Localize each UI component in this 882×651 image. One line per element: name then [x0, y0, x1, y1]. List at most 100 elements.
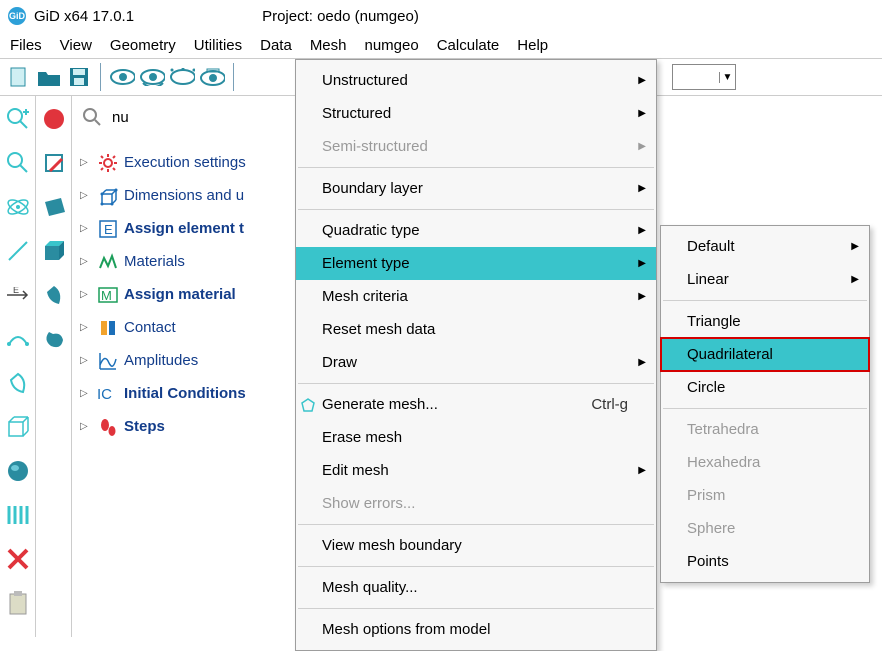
element-menu-default[interactable]: Default▶	[661, 230, 869, 263]
menu-separator	[298, 167, 654, 168]
toolbar-new[interactable]	[6, 64, 32, 90]
contact-icon	[97, 317, 119, 339]
tool-sphere[interactable]	[3, 456, 33, 486]
element-menu-circle[interactable]: Circle	[661, 371, 869, 404]
expand-icon[interactable]: ▷	[80, 322, 92, 333]
menu-mesh[interactable]: Mesh	[310, 37, 347, 54]
mesh-menu-mesh-criteria[interactable]: Mesh criteria ▶	[296, 280, 656, 313]
mesh-menu-reset-mesh-data[interactable]: Reset mesh data	[296, 313, 656, 346]
steps-icon	[97, 416, 119, 438]
submenu-arrow-icon: ▶	[638, 291, 646, 302]
gear-icon	[97, 152, 119, 174]
expand-icon[interactable]: ▷	[80, 421, 92, 432]
menu-item-label: Draw	[322, 354, 357, 371]
mesh-menu-element-type[interactable]: Element type▶	[296, 247, 656, 280]
tool-atom[interactable]	[3, 192, 33, 222]
menu-separator	[298, 524, 654, 525]
tool-solid[interactable]	[39, 236, 69, 266]
tool-leaf1[interactable]	[3, 368, 33, 398]
tool-organic[interactable]	[39, 324, 69, 354]
app-logo: GiD	[8, 7, 26, 25]
tool-curve[interactable]	[3, 324, 33, 354]
mesh-icon	[300, 397, 318, 413]
menu-item-label: Mesh criteria	[322, 288, 408, 305]
expand-icon[interactable]: ▷	[80, 289, 92, 300]
toolbar-open[interactable]	[36, 64, 62, 90]
expand-icon[interactable]: ▷	[80, 223, 92, 234]
search-icon[interactable]	[82, 107, 102, 127]
menu-item-label: Quadrilateral	[687, 346, 773, 363]
expand-icon[interactable]: ▷	[80, 388, 92, 399]
toolbar-eye3[interactable]	[169, 64, 195, 90]
toolbar-eye1[interactable]	[109, 64, 135, 90]
mesh-menu-view-mesh-boundary[interactable]: View mesh boundary	[296, 529, 656, 562]
element-menu-triangle[interactable]: Triangle	[661, 305, 869, 338]
menu-calculate[interactable]: Calculate	[437, 37, 500, 54]
menu-help[interactable]: Help	[517, 37, 548, 54]
menu-numgeo[interactable]: numgeo	[365, 37, 419, 54]
toolbar-eye4[interactable]	[199, 64, 225, 90]
tool-cube[interactable]	[3, 412, 33, 442]
element-menu-linear[interactable]: Linear▶	[661, 263, 869, 296]
tool-delete[interactable]	[3, 544, 33, 574]
menu-separator	[298, 566, 654, 567]
svg-text:E: E	[13, 287, 19, 295]
expand-icon[interactable]: ▷	[80, 355, 92, 366]
mesh-menu-erase-mesh[interactable]: Erase mesh	[296, 421, 656, 454]
mesh-menu-structured[interactable]: Structured▶	[296, 97, 656, 130]
tool-record[interactable]	[39, 104, 69, 134]
toolbar-save[interactable]	[66, 64, 92, 90]
tree-item-label: Initial Conditions	[124, 385, 246, 402]
submenu-arrow-icon: ▶	[638, 258, 646, 269]
tool-pencil[interactable]	[39, 148, 69, 178]
mesh-menu-mesh-options-from-model[interactable]: Mesh options from model	[296, 613, 656, 646]
element-menu-quadrilateral[interactable]: Quadrilateral	[661, 338, 869, 371]
mesh-menu-quadratic-type[interactable]: Quadratic type▶	[296, 214, 656, 247]
element-menu-points[interactable]: Points	[661, 545, 869, 578]
tool-clipboard[interactable]	[3, 588, 33, 618]
tree-item-label: Contact	[124, 319, 176, 336]
mesh-menu-unstructured[interactable]: Unstructured▶	[296, 64, 656, 97]
menu-item-label: Default	[687, 238, 735, 255]
svg-text:M: M	[101, 288, 112, 303]
menu-files[interactable]: Files	[10, 37, 42, 54]
tool-line[interactable]	[3, 236, 33, 266]
tool-zoom-fit[interactable]	[3, 104, 33, 134]
tool-blade[interactable]	[39, 280, 69, 310]
menu-item-label: Hexahedra	[687, 454, 760, 471]
menu-view[interactable]: View	[60, 37, 92, 54]
menu-item-label: Mesh options from model	[322, 621, 490, 638]
mesh-menu: Unstructured▶Structured▶ Semi-structured ▶…	[295, 59, 657, 651]
left-tool-column-2	[36, 96, 72, 637]
menu-item-label: Erase mesh	[322, 429, 402, 446]
amplitudes-icon	[97, 350, 119, 372]
mesh-menu-edit-mesh[interactable]: Edit mesh▶	[296, 454, 656, 487]
menu-utilities[interactable]: Utilities	[194, 37, 242, 54]
letter-IC-icon: IC	[97, 383, 119, 405]
menu-geometry[interactable]: Geometry	[110, 37, 176, 54]
tool-arrow-e[interactable]: E	[3, 280, 33, 310]
tool-zoom[interactable]	[3, 148, 33, 178]
dimensions-icon	[97, 185, 119, 207]
mesh-menu-generate-mesh[interactable]: Generate mesh...Ctrl-g	[296, 388, 656, 421]
menu-item-label: Mesh quality...	[322, 579, 418, 596]
expand-icon[interactable]: ▷	[80, 190, 92, 201]
mesh-menu-boundary-layer[interactable]: Boundary layer▶	[296, 172, 656, 205]
toolbar-dropdown[interactable]: ▼	[672, 64, 736, 90]
materials-icon	[97, 251, 119, 273]
expand-icon[interactable]: ▷	[80, 157, 92, 168]
tool-bars[interactable]	[3, 500, 33, 530]
mesh-menu-mesh-quality[interactable]: Mesh quality...	[296, 571, 656, 604]
letter-E-icon: E	[97, 218, 119, 240]
toolbar-eye2[interactable]	[139, 64, 165, 90]
mesh-menu-show-errors: Show errors...	[296, 487, 656, 520]
tree-item-label: Amplitudes	[124, 352, 198, 369]
menu-data[interactable]: Data	[260, 37, 292, 54]
menu-separator	[663, 408, 867, 409]
mesh-menu-draw[interactable]: Draw▶	[296, 346, 656, 379]
expand-icon[interactable]: ▷	[80, 256, 92, 267]
menu-item-label: Semi-structured	[322, 138, 428, 155]
menu-item-label: Triangle	[687, 313, 741, 330]
app-title: GiD x64 17.0.1	[34, 8, 134, 25]
tool-surface[interactable]	[39, 192, 69, 222]
